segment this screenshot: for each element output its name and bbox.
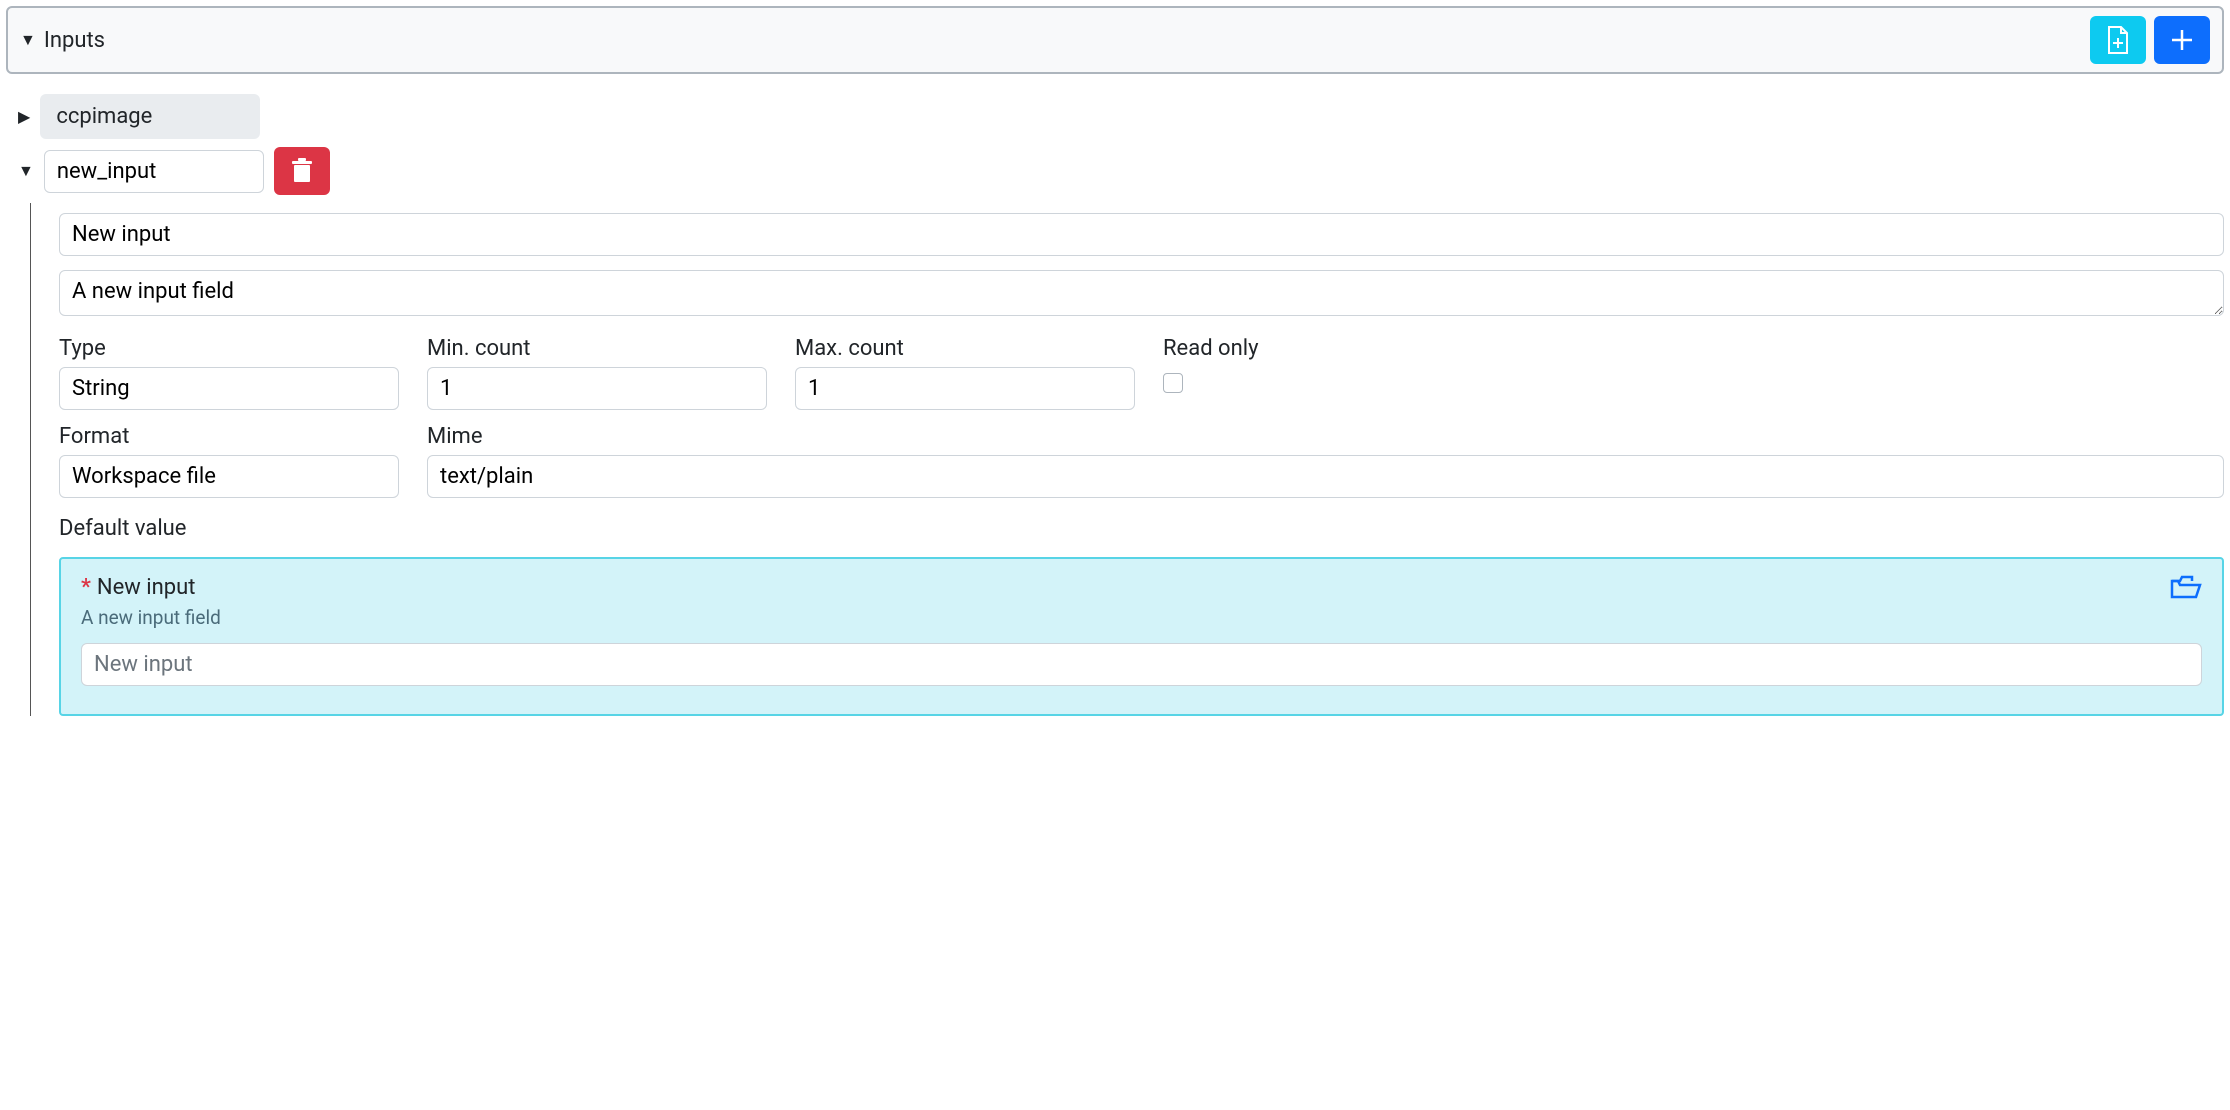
input-item-expanded-header: ▼ — [18, 147, 2224, 195]
min-count-label: Min. count — [427, 336, 767, 361]
format-field-group: Format — [59, 424, 399, 498]
default-subtitle: A new input field — [81, 606, 221, 629]
input-description-field[interactable]: A new input field — [59, 270, 2224, 316]
read-only-label: Read only — [1163, 336, 2224, 361]
min-count-input[interactable] — [427, 367, 767, 410]
import-file-button[interactable] — [2090, 16, 2146, 64]
required-asterisk: * — [81, 575, 91, 600]
plus-icon — [2169, 27, 2195, 53]
type-select[interactable] — [59, 367, 399, 410]
mime-input[interactable] — [427, 455, 2224, 498]
format-label: Format — [59, 424, 399, 449]
default-value-card: *New input A new input field — [59, 557, 2224, 716]
browse-file-button[interactable] — [2170, 575, 2202, 601]
delete-input-button[interactable] — [274, 147, 330, 195]
format-mime-row: Format Mime — [59, 424, 2224, 498]
input-name-chip[interactable]: ccpimage — [40, 94, 260, 139]
default-value-input[interactable] — [81, 643, 2202, 686]
inputs-body: ▶ ccpimage ▼ A new input field Type Min.… — [6, 74, 2224, 716]
folder-open-icon — [2170, 575, 2202, 601]
add-input-button[interactable] — [2154, 16, 2210, 64]
caret-down-icon[interactable]: ▼ — [18, 163, 34, 179]
input-item-collapsed: ▶ ccpimage — [18, 94, 2224, 139]
type-count-row: Type Min. count Max. count Read only — [59, 336, 2224, 410]
mime-field-group: Mime — [427, 424, 2224, 498]
default-title-text: New input — [97, 575, 196, 600]
min-count-field-group: Min. count — [427, 336, 767, 410]
default-card-header: *New input A new input field — [81, 575, 2202, 629]
type-field-group: Type — [59, 336, 399, 410]
panel-title: Inputs — [44, 28, 105, 53]
format-select[interactable] — [59, 455, 399, 498]
type-label: Type — [59, 336, 399, 361]
max-count-input[interactable] — [795, 367, 1135, 410]
caret-down-icon: ▼ — [20, 32, 36, 48]
inputs-header-left[interactable]: ▼ Inputs — [20, 28, 105, 53]
input-title-field[interactable] — [59, 213, 2224, 256]
input-name-field[interactable] — [44, 150, 264, 193]
inputs-panel-header: ▼ Inputs — [6, 6, 2224, 74]
read-only-field-group: Read only — [1163, 336, 2224, 393]
default-input-wrap — [81, 643, 2202, 686]
input-details: A new input field Type Min. count Max. c… — [30, 203, 2224, 716]
inputs-header-actions — [2090, 16, 2210, 64]
trash-icon — [291, 158, 313, 184]
max-count-field-group: Max. count — [795, 336, 1135, 410]
max-count-label: Max. count — [795, 336, 1135, 361]
default-card-titles: *New input A new input field — [81, 575, 221, 629]
default-title: *New input — [81, 575, 221, 600]
default-value-section: Default value *New input A new input fie… — [59, 516, 2224, 716]
mime-label: Mime — [427, 424, 2224, 449]
default-value-label: Default value — [59, 516, 2224, 541]
caret-right-icon[interactable]: ▶ — [18, 109, 30, 125]
read-only-checkbox[interactable] — [1163, 373, 1183, 393]
file-plus-icon — [2105, 25, 2131, 55]
